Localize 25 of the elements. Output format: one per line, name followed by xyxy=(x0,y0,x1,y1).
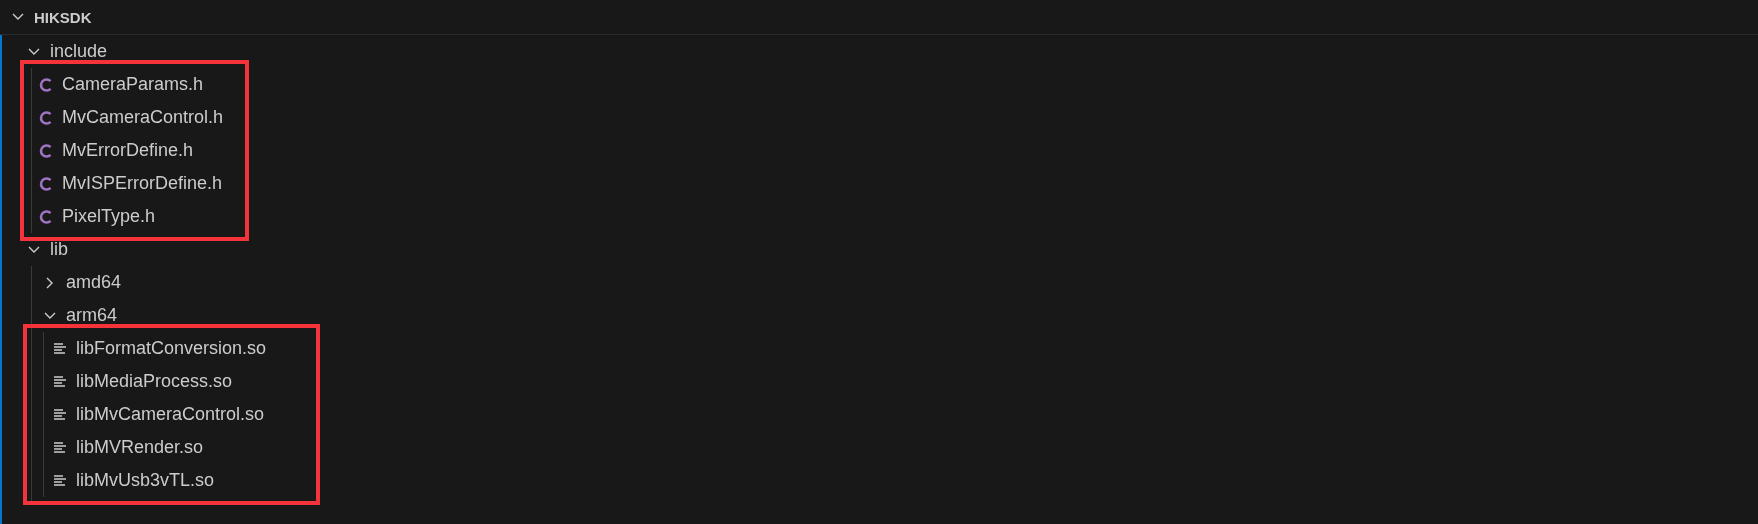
tree-item[interactable]: MvErrorDefine.h xyxy=(24,134,224,167)
text-lines-icon xyxy=(52,439,68,456)
text-lines-icon xyxy=(52,373,68,390)
tree-item[interactable]: MvCameraControl.h xyxy=(24,101,224,134)
tree-item[interactable]: include xyxy=(2,35,1758,68)
section-header[interactable]: HIKSDK xyxy=(0,0,1758,35)
c-file-icon xyxy=(38,175,54,192)
tree-item[interactable]: libMVRender.so xyxy=(27,431,267,464)
tree-item[interactable]: MvISPErrorDefine.h xyxy=(24,167,224,200)
tree-item[interactable]: lib xyxy=(2,233,1758,266)
tree-item[interactable]: libMvCameraControl.so xyxy=(27,398,267,431)
tree-item[interactable]: amd64 xyxy=(2,266,321,299)
c-file-icon xyxy=(38,208,54,225)
tree-item[interactable]: PixelType.h xyxy=(24,200,224,233)
tree-item[interactable]: libMvUsb3vTL.so xyxy=(27,464,267,497)
tree-item[interactable]: CameraParams.h xyxy=(24,68,224,101)
text-lines-icon xyxy=(52,472,68,489)
c-file-icon xyxy=(38,76,54,93)
tree-item[interactable]: arm64 xyxy=(2,299,321,332)
c-file-icon xyxy=(38,142,54,159)
tree-item[interactable]: libMediaProcess.so xyxy=(27,365,267,398)
text-lines-icon xyxy=(52,406,68,423)
c-file-icon xyxy=(38,109,54,126)
text-lines-icon xyxy=(52,340,68,357)
tree-item[interactable]: libFormatConversion.so xyxy=(27,332,267,365)
